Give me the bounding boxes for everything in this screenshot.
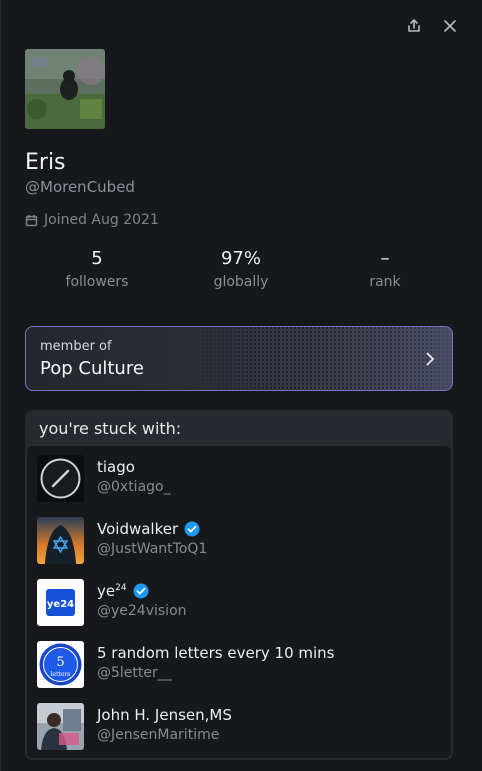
user-avatar: ye24 [37, 579, 84, 626]
stat-label: followers [65, 274, 129, 290]
verified-badge-icon [133, 583, 149, 599]
user-name: 5 random letters every 10 mins [97, 644, 335, 662]
member-of-card[interactable]: member of Pop Culture [25, 326, 453, 391]
user-name-sup: 24 [115, 583, 127, 593]
stat-followers[interactable]: 5 followers [25, 248, 169, 290]
texture-decoration [182, 327, 452, 390]
stat-globally: 97% globally [169, 248, 313, 290]
user-name: tiago [97, 458, 135, 476]
user-name-base: ye [97, 582, 116, 600]
user-handle: @JustWantToQ1 [97, 541, 208, 557]
list-item-user[interactable]: ye24 ye24 @ye24vision [37, 579, 437, 627]
top-actions [404, 16, 460, 36]
user-name-text: ye24 [97, 582, 127, 600]
user-name-text: tiago [97, 458, 135, 476]
joined-date: Joined Aug 2021 [25, 212, 159, 228]
stat-value: 97% [220, 248, 261, 269]
user-name: John H. Jensen,MS [97, 706, 232, 724]
stat-label: rank [369, 274, 401, 290]
ye24-logo-text: ye24 [47, 599, 74, 610]
verified-badge-icon [184, 521, 200, 537]
share-button[interactable] [404, 16, 424, 36]
user-handle: @5letter__ [97, 665, 172, 681]
stats-row: 5 followers 97% globally – rank [25, 248, 457, 290]
member-group-name: Pop Culture [40, 358, 144, 379]
five-letters-logo-number: 5 [56, 655, 64, 670]
profile-name: Eris [25, 150, 66, 175]
calendar-icon [25, 214, 38, 226]
list-item-user[interactable]: 5 letters 5 random letters every 10 mins… [37, 641, 437, 689]
user-name-text: 5 random letters every 10 mins [97, 644, 335, 662]
profile-avatar[interactable] [25, 49, 105, 129]
user-avatar: 5 letters [37, 641, 84, 688]
joined-label: Joined Aug 2021 [44, 212, 159, 228]
list-item-user[interactable]: tiago @0xtiago_ [37, 455, 437, 503]
user-avatar [37, 517, 84, 564]
user-handle: @0xtiago_ [97, 479, 171, 495]
close-icon [444, 20, 456, 32]
user-name-text: Voidwalker [97, 520, 179, 538]
stat-label: globally [213, 274, 269, 290]
chevron-right-icon [424, 351, 436, 367]
user-name-text: John H. Jensen,MS [97, 706, 232, 724]
user-handle: @JensenMaritime [97, 727, 220, 743]
stuck-with-title: you're stuck with: [39, 419, 182, 438]
stat-rank: – rank [313, 248, 457, 290]
user-avatar [37, 703, 84, 750]
stat-value: 5 [91, 248, 103, 269]
stuck-with-list: tiago @0xtiago_ Voidwalker @JustWantToQ1… [26, 445, 452, 759]
five-letters-logo-word: letters [51, 671, 71, 678]
profile-panel: Eris @MorenCubed Joined Aug 2021 5 follo… [0, 0, 482, 771]
user-name: ye24 [97, 582, 149, 600]
user-handle: @ye24vision [97, 603, 187, 619]
avatar-image [25, 49, 105, 129]
member-of-label: member of [40, 339, 112, 354]
profile-handle: @MorenCubed [25, 178, 135, 196]
stat-value: – [380, 248, 390, 269]
list-item-user[interactable]: Voidwalker @JustWantToQ1 [37, 517, 437, 565]
stuck-with-section: you're stuck with: tiago @0xtiago_ Voidw… [25, 410, 453, 760]
share-icon [408, 19, 420, 32]
list-item-user[interactable]: John H. Jensen,MS @JensenMaritime [37, 703, 437, 751]
user-avatar [37, 455, 84, 502]
user-name: Voidwalker [97, 520, 200, 538]
close-button[interactable] [440, 16, 460, 36]
